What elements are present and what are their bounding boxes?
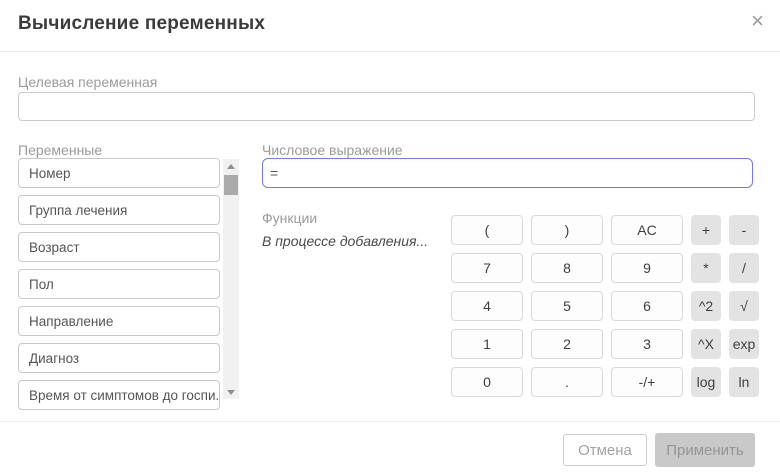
key-3[interactable]: 3	[611, 329, 683, 359]
functions-note: В процессе добавления...	[262, 233, 428, 249]
key-plus[interactable]: +	[691, 215, 721, 245]
variable-item[interactable]: Возраст	[18, 232, 220, 262]
scrollbar-thumb[interactable]	[224, 175, 238, 195]
scroll-up-icon	[227, 164, 235, 169]
variables-list: Номер Группа лечения Возраст Пол Направл…	[18, 158, 239, 404]
key-negate[interactable]: -/+	[611, 367, 683, 397]
variables-label: Переменные	[18, 142, 102, 158]
scroll-down-button[interactable]	[223, 385, 239, 399]
variable-item[interactable]: Время от симптомов до госпи...	[18, 380, 220, 410]
key-exp[interactable]: exp	[729, 329, 759, 359]
expression-input[interactable]	[262, 158, 753, 188]
key-1[interactable]: 1	[451, 329, 523, 359]
variables-scrollbar[interactable]	[223, 159, 239, 399]
variable-item[interactable]: Направление	[18, 306, 220, 336]
key-power[interactable]: ^X	[691, 329, 721, 359]
calc-variables-dialog: Вычисление переменных × Целевая переменн…	[0, 0, 780, 474]
key-6[interactable]: 6	[611, 291, 683, 321]
target-variable-input[interactable]	[18, 92, 755, 121]
key-5[interactable]: 5	[531, 291, 603, 321]
apply-button[interactable]: Применить	[655, 433, 755, 467]
scroll-down-icon	[227, 390, 235, 395]
key-log[interactable]: log	[691, 367, 721, 397]
key-clear-ac[interactable]: AC	[611, 215, 683, 245]
key-2[interactable]: 2	[531, 329, 603, 359]
variable-item[interactable]: Группа лечения	[18, 195, 220, 225]
key-multiply[interactable]: *	[691, 253, 721, 283]
functions-label: Функции	[262, 210, 317, 226]
key-square[interactable]: ^2	[691, 291, 721, 321]
dialog-footer: Отмена Применить	[0, 421, 780, 474]
key-ln[interactable]: ln	[729, 367, 759, 397]
cancel-button[interactable]: Отмена	[563, 434, 647, 466]
expression-label: Числовое выражение	[262, 142, 403, 158]
key-decimal[interactable]: .	[531, 367, 603, 397]
scroll-up-button[interactable]	[223, 159, 239, 173]
variable-item[interactable]: Диагноз	[18, 343, 220, 373]
target-variable-label: Целевая переменная	[18, 74, 157, 90]
key-4[interactable]: 4	[451, 291, 523, 321]
key-minus[interactable]: -	[729, 215, 759, 245]
variable-item[interactable]: Номер	[18, 158, 220, 188]
key-8[interactable]: 8	[531, 253, 603, 283]
variable-item[interactable]: Пол	[18, 269, 220, 299]
key-9[interactable]: 9	[611, 253, 683, 283]
dialog-header: Вычисление переменных ×	[0, 0, 780, 52]
key-7[interactable]: 7	[451, 253, 523, 283]
calculator-keypad: ( ) AC + - 7 8 9 * / 4 5 6 ^2 √ 1 2 3 ^X…	[451, 215, 759, 397]
dialog-title: Вычисление переменных	[18, 13, 265, 35]
key-open-paren[interactable]: (	[451, 215, 523, 245]
key-divide[interactable]: /	[729, 253, 759, 283]
key-sqrt[interactable]: √	[729, 291, 759, 321]
key-0[interactable]: 0	[451, 367, 523, 397]
key-close-paren[interactable]: )	[531, 215, 603, 245]
close-icon[interactable]: ×	[751, 10, 764, 32]
